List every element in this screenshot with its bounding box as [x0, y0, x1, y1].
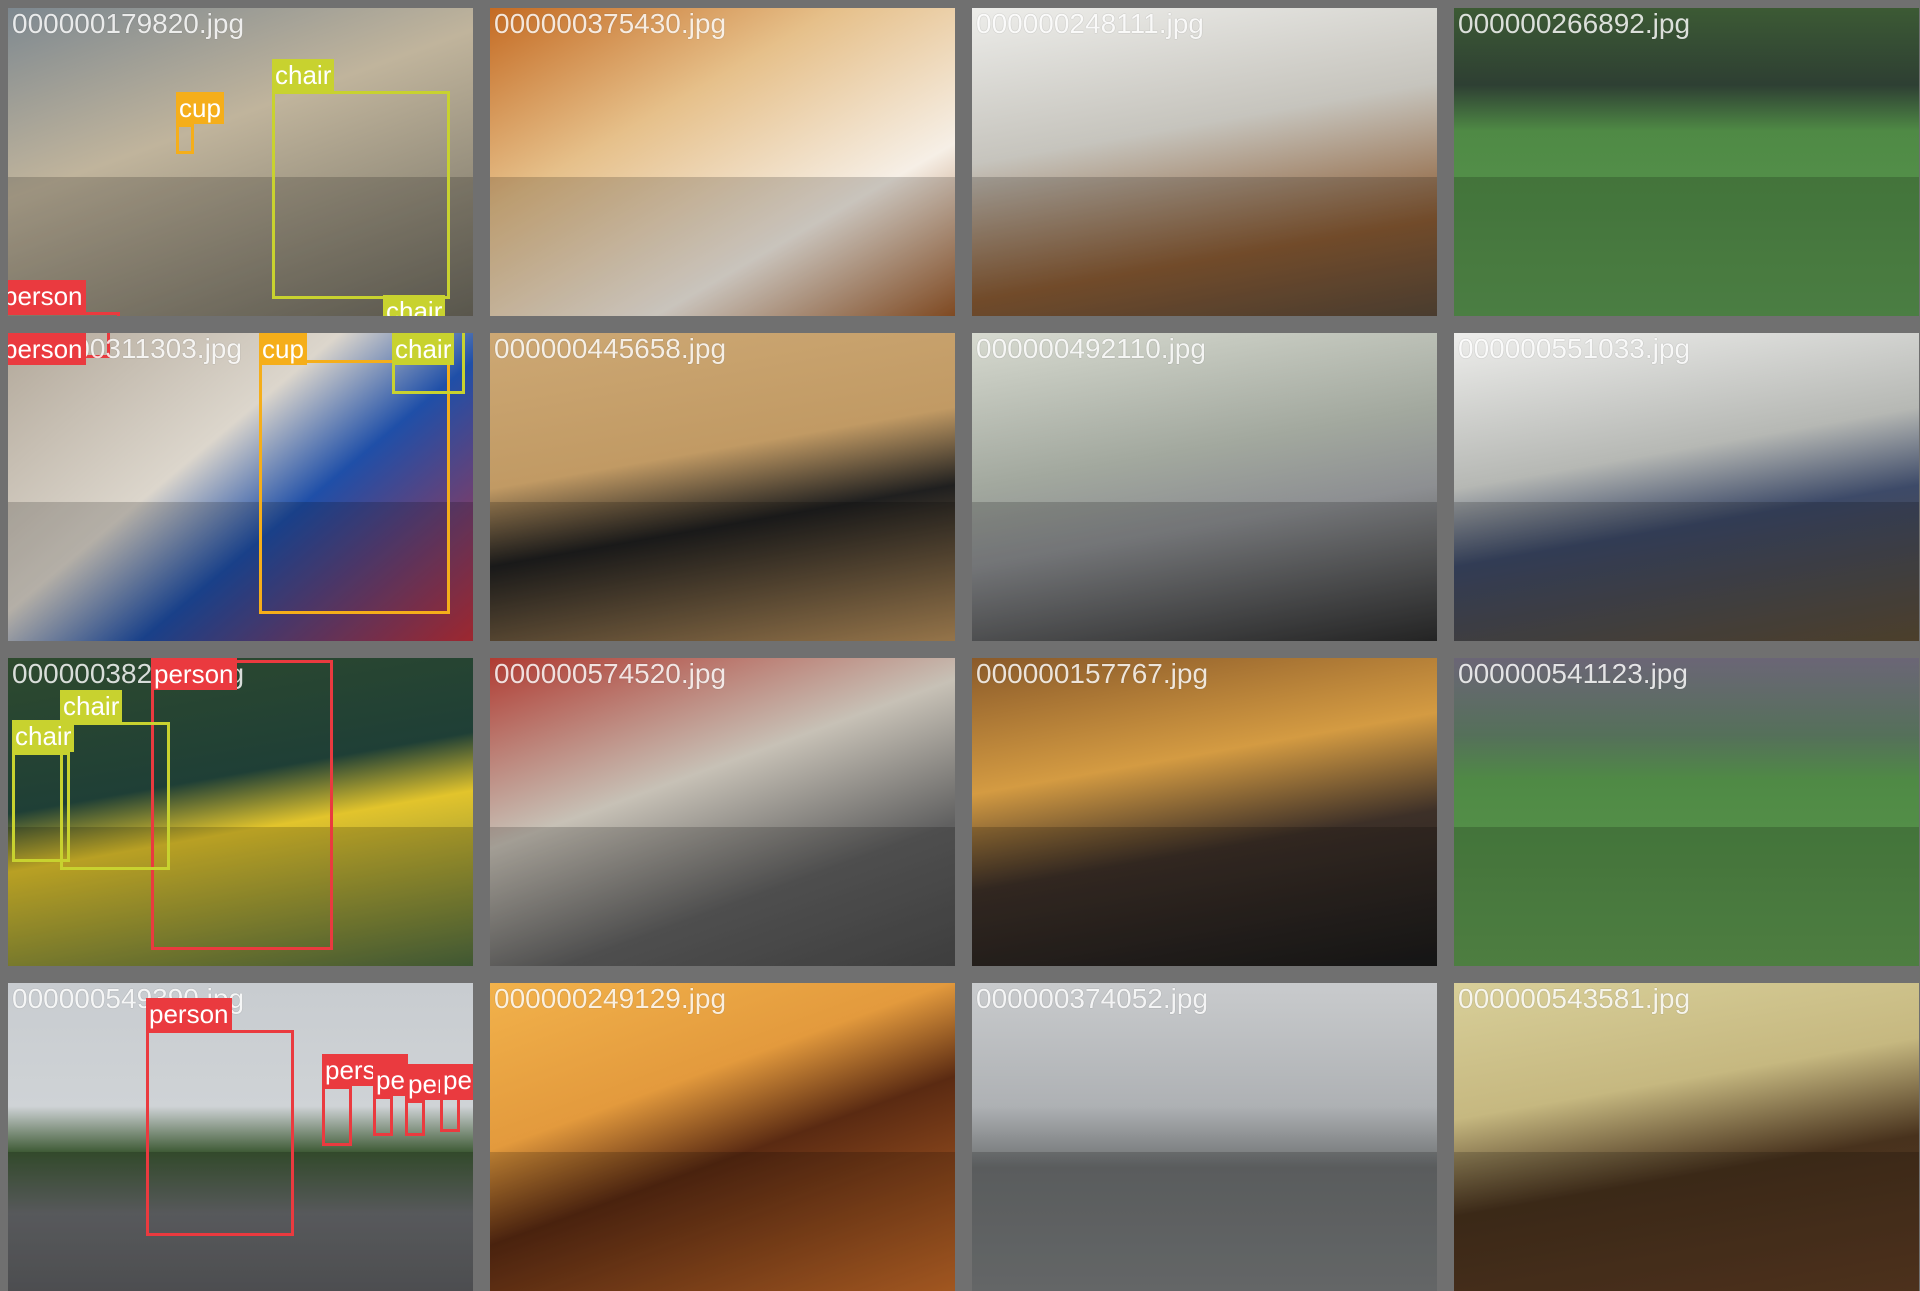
- detection-label-person: person: [8, 333, 86, 365]
- image-tile[interactable]: 000000492110.jpgpersonpersonchairchairch…: [972, 333, 1437, 641]
- image-content: [1454, 1152, 1919, 1291]
- image-tile[interactable]: 000000266892.jpgpersonpersonpersonperson…: [1454, 8, 1919, 316]
- image-content: [972, 827, 1437, 966]
- detection-box-person: [322, 1086, 352, 1146]
- image-filename: 000000249129.jpg: [494, 983, 727, 1014]
- image-tile[interactable]: 000000445658.jpgbottlebottlebottle: [490, 333, 955, 641]
- image-tile[interactable]: 000000179820.jpg chair cup person chair: [8, 8, 473, 316]
- image-tile[interactable]: 000000574520.jpgpersonpersonpersonchair: [490, 658, 955, 966]
- image-filename: 000000266892.jpg: [1458, 8, 1691, 39]
- image-content: [972, 1152, 1437, 1291]
- detection-label-cup: cup: [259, 333, 307, 365]
- image-filename: 000000543581.jpg: [1458, 983, 1691, 1014]
- detection-label-chair: chair: [383, 295, 446, 316]
- mosaic-grid: 000000179820.jpg chair cup person chair 00000…: [0, 0, 1920, 1291]
- image-tile[interactable]: 000000249129.jpgchairchairchairchairchai…: [490, 983, 955, 1291]
- image-tile[interactable]: 000000248111.jpgbottlecupperson: [972, 8, 1437, 316]
- detection-label-chair: chair: [12, 720, 75, 752]
- image-tile[interactable]: 000000543581.jpgbottlebottle: [1454, 983, 1919, 1291]
- detection-label-person: person: [440, 1064, 473, 1096]
- detection-box-person: [373, 1096, 393, 1136]
- detection-box-chair: [272, 91, 450, 299]
- image-tile[interactable]: 000000157767.jpgpersonpersonpersonperson…: [972, 658, 1437, 966]
- detection-box-chair: [12, 752, 70, 862]
- detection-box-person: [8, 312, 120, 316]
- detection-box-cup: [176, 124, 194, 154]
- image-tile[interactable]: 000000374052.jpgpersonpersonpersonperson…: [972, 983, 1437, 1291]
- image-tile[interactable]: 000000541123.jpgpersonpersonpersonperson…: [1454, 658, 1919, 966]
- detection-box-person: [151, 660, 333, 950]
- detection-label-person: person: [146, 998, 232, 1030]
- detection-label-person: person: [151, 658, 237, 690]
- image-filename: 000000445658.jpg: [494, 333, 727, 364]
- image-content: [972, 502, 1437, 641]
- image-filename: 000000492110.jpg: [976, 333, 1206, 364]
- image-tile[interactable]: 000000551033.jpgpersonpersonpersonperson…: [1454, 333, 1919, 641]
- image-filename: 000000374052.jpg: [976, 983, 1209, 1014]
- image-content: [490, 177, 955, 316]
- image-filename: 000000551033.jpg: [1458, 333, 1691, 364]
- image-filename: 000000574520.jpg: [494, 658, 727, 689]
- detection-box-cup: [259, 360, 450, 614]
- detection-label-chair: chair: [272, 59, 335, 91]
- detection-box-person: [405, 1100, 425, 1136]
- image-filename: 000000541123.jpg: [1458, 658, 1688, 689]
- detection-box-chair: [60, 722, 170, 870]
- detection-label-chair: chair: [60, 690, 123, 722]
- image-content: [1454, 502, 1919, 641]
- detection-box-person: [440, 1096, 460, 1132]
- image-tile[interactable]: 000000311303.jpg cup chair person: [8, 333, 473, 641]
- detection-label-chair: chair: [392, 333, 455, 365]
- image-tile[interactable]: 000000382009.jpg person chair chair: [8, 658, 473, 966]
- image-tile[interactable]: 000000549390.jpgpersonpersonpersonperson…: [8, 983, 473, 1291]
- image-content: [490, 827, 955, 966]
- image-filename: 000000248111.jpg: [976, 8, 1204, 39]
- detection-label-cup: cup: [176, 92, 224, 124]
- image-content: [1454, 177, 1919, 316]
- image-filename: 000000375430.jpg: [494, 8, 727, 39]
- detection-label-person: person: [8, 280, 86, 312]
- image-content: [490, 1152, 955, 1291]
- detection-box-person: [146, 1030, 294, 1236]
- image-filename: 000000179820.jpg: [12, 8, 245, 39]
- image-filename: 000000157767.jpg: [976, 658, 1209, 689]
- image-tile[interactable]: 000000375430.jpgchairchair: [490, 8, 955, 316]
- image-content: [1454, 827, 1919, 966]
- image-content: [490, 502, 955, 641]
- image-content: [972, 177, 1437, 316]
